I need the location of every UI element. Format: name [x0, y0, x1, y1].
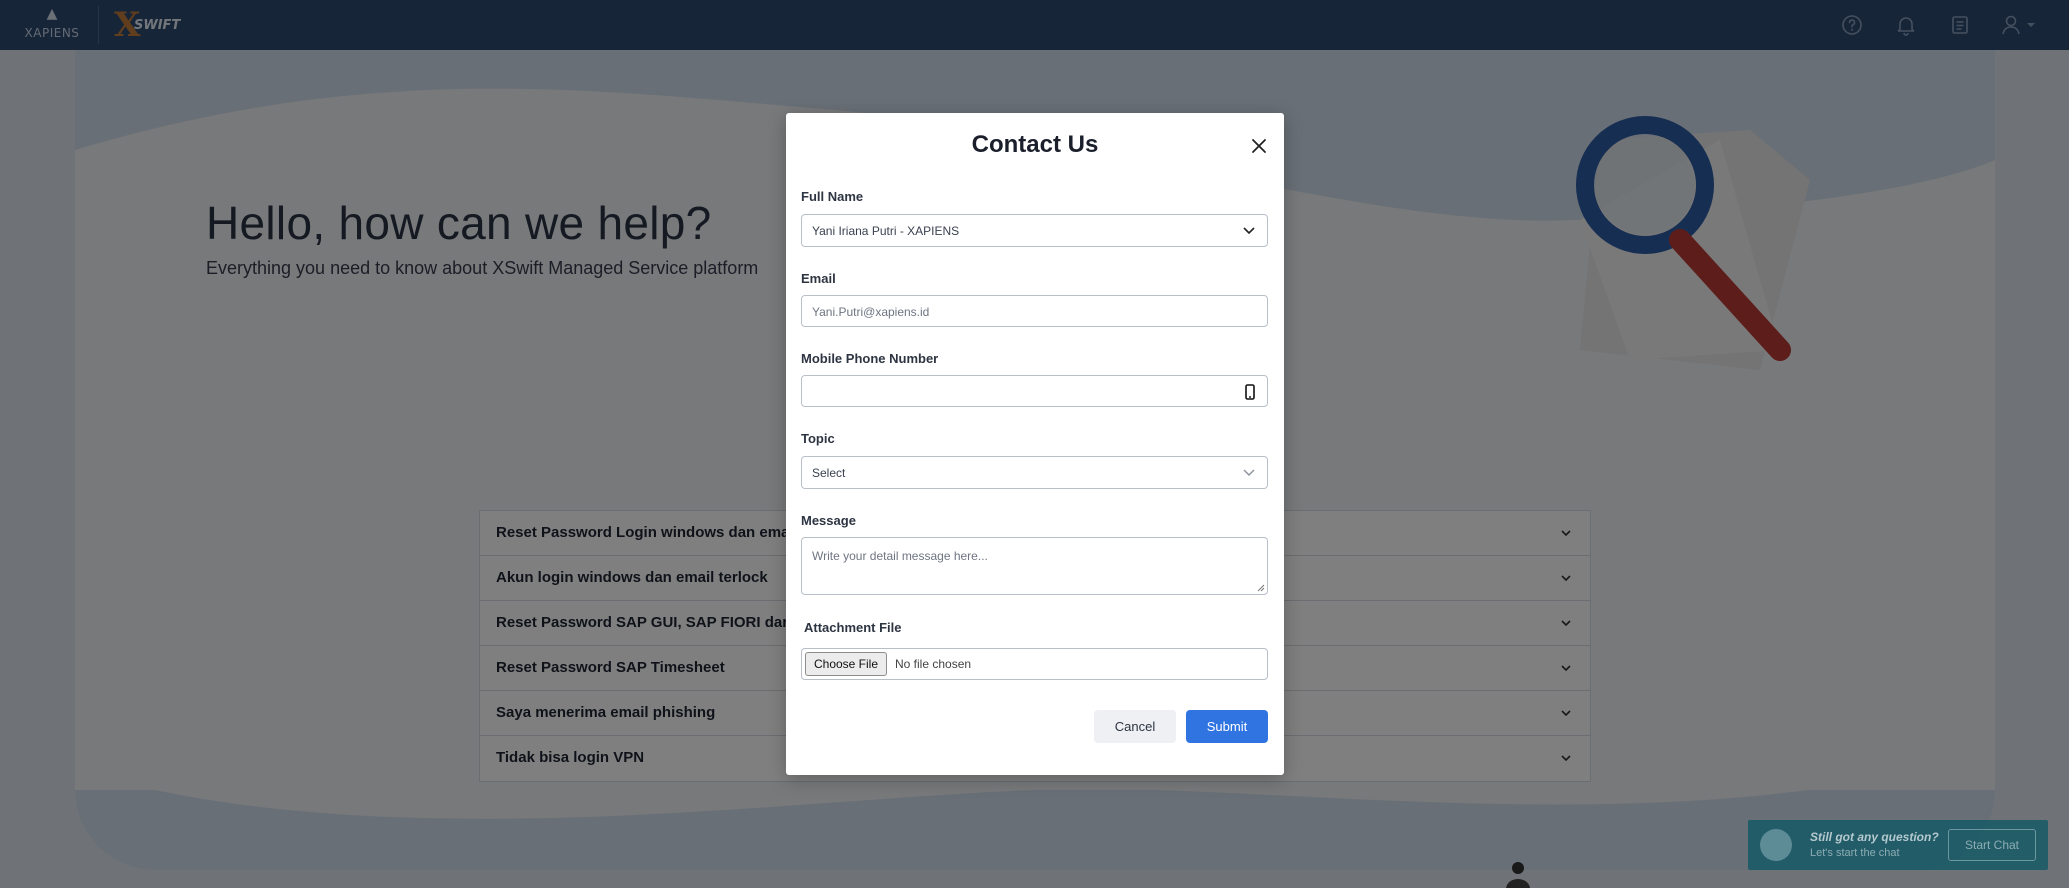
message-label: Message — [801, 513, 856, 528]
mobile-phone-icon — [1245, 384, 1255, 400]
attachment-label: Attachment File — [804, 620, 902, 635]
chevron-down-icon — [1243, 227, 1255, 235]
message-textarea[interactable]: Write your detail message here... — [801, 537, 1268, 595]
attachment-file-input[interactable]: Choose File No file chosen — [801, 648, 1268, 680]
full-name-value: Yani Iriana Putri - XAPIENS — [812, 224, 960, 238]
chat-subtitle: Let's start the chat — [1810, 847, 1900, 859]
chat-widget: Still got any question? Let's start the … — [1748, 820, 2048, 870]
chat-avatar-icon — [1760, 829, 1792, 861]
resize-grip-icon[interactable] — [1257, 584, 1265, 592]
modal-title: Contact Us — [971, 131, 1099, 158]
full-name-label: Full Name — [801, 189, 864, 204]
email-field[interactable]: Yani.Putri@xapiens.id — [801, 295, 1268, 327]
topic-value: Select — [812, 466, 846, 480]
contact-us-modal: Contact Us Full Name Yani Iriana Putri -… — [786, 113, 1284, 775]
topic-select[interactable]: Select — [801, 456, 1268, 489]
close-icon[interactable] — [1250, 137, 1268, 155]
choose-file-button[interactable]: Choose File — [805, 652, 887, 676]
cancel-button[interactable]: Cancel — [1094, 710, 1176, 743]
topic-label: Topic — [801, 431, 835, 446]
submit-button[interactable]: Submit — [1186, 710, 1268, 743]
message-placeholder: Write your detail message here... — [812, 549, 988, 563]
full-name-select[interactable]: Yani Iriana Putri - XAPIENS — [801, 214, 1268, 247]
phone-field[interactable] — [801, 375, 1268, 407]
phone-label: Mobile Phone Number — [801, 351, 939, 366]
email-label: Email — [801, 271, 836, 286]
chevron-down-icon — [1243, 469, 1255, 476]
start-chat-button[interactable]: Start Chat — [1948, 829, 2036, 861]
file-status-text: No file chosen — [895, 657, 972, 671]
chat-question: Still got any question? — [1810, 830, 1939, 844]
email-value: Yani.Putri@xapiens.id — [812, 305, 930, 319]
